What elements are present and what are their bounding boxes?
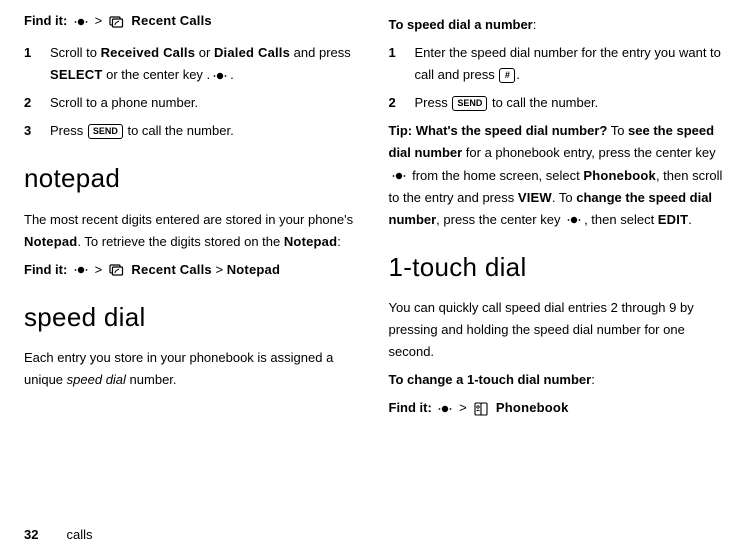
sep: > (95, 13, 103, 28)
text: or (195, 45, 214, 60)
received-calls: Received Calls (101, 45, 196, 60)
step-1: 1 Enter the speed dial number for the en… (389, 42, 730, 86)
text: , press the center key (436, 212, 564, 227)
find-it-label: Find it: (24, 262, 67, 277)
phonebook-icon (472, 402, 490, 416)
step-number: 3 (24, 120, 50, 142)
heading-speed-dial: speed dial (24, 295, 365, 339)
step-number: 2 (24, 92, 50, 114)
text: The most recent digits entered are store… (24, 212, 353, 227)
period: . (516, 67, 520, 82)
menu-recent-calls: Recent Calls (131, 262, 211, 277)
text: Enter the speed dial number for the entr… (415, 45, 721, 82)
step-body: Scroll to Received Calls or Dialed Calls… (50, 42, 365, 86)
menu-recent-calls: Recent Calls (131, 13, 211, 28)
sep: > (215, 262, 223, 277)
text: Scroll to (50, 45, 101, 60)
tip-heading: Tip: What's the speed dial number? (389, 123, 608, 138)
find-it-line-1: Find it: > Recent Calls (24, 10, 365, 32)
page-footer: 32 calls (24, 527, 92, 542)
one-touch-paragraph: You can quickly call speed dial entries … (389, 297, 730, 363)
page: Find it: > Recent Calls 1 Scroll to Rece… (0, 0, 753, 550)
send-key-icon: SEND (452, 96, 487, 111)
recent-calls-icon (108, 15, 126, 29)
pound-key-icon: # (499, 68, 515, 83)
nav-key-icon (391, 170, 407, 182)
nav-key-icon (73, 16, 89, 28)
text: number. (126, 372, 177, 387)
step-body: Enter the speed dial number for the entr… (415, 42, 730, 86)
text: Press (415, 95, 452, 110)
to-speed-dial-heading: To speed dial a number: (389, 14, 730, 36)
recent-calls-icon (108, 263, 126, 277)
sep: > (459, 400, 467, 415)
view-label: VIEW (518, 190, 552, 205)
two-column-layout: Find it: > Recent Calls 1 Scroll to Rece… (24, 8, 729, 508)
dialed-calls: Dialed Calls (214, 45, 290, 60)
step-1: 1 Scroll to Received Calls or Dialed Cal… (24, 42, 365, 86)
step-2: 2 Scroll to a phone number. (24, 92, 365, 114)
text: . To retrieve the digits stored on the (77, 234, 283, 249)
step-number: 1 (389, 42, 415, 86)
text: for a phonebook entry, press the center … (462, 145, 715, 160)
speed-dial-italic: speed dial (67, 372, 126, 387)
text: from the home screen, select (409, 168, 584, 183)
find-it-label: Find it: (24, 13, 67, 28)
right-column: To speed dial a number: 1 Enter the spee… (389, 8, 730, 508)
step-number: 1 (24, 42, 50, 86)
step-number: 2 (389, 92, 415, 114)
text: to call the number. (124, 123, 234, 138)
send-key-icon: SEND (88, 124, 123, 139)
step-3: 3 Press SEND to call the number. (24, 120, 365, 142)
bold-text: To change a 1-touch dial number (389, 372, 592, 387)
heading-1touch-dial: 1-touch dial (389, 245, 730, 289)
nav-key-icon (212, 70, 228, 82)
text: To (607, 123, 628, 138)
select-key: SELECT (50, 67, 102, 82)
sep: > (95, 262, 103, 277)
text: : (337, 234, 341, 249)
text: . To (552, 190, 576, 205)
edit-label: EDIT (658, 212, 688, 227)
nav-key-icon (566, 214, 582, 226)
text: and press (290, 45, 351, 60)
speed-dial-paragraph: Each entry you store in your phonebook i… (24, 347, 365, 391)
tip-paragraph: Tip: What's the speed dial number? To se… (389, 120, 730, 230)
step-body: Press SEND to call the number. (415, 92, 730, 114)
step-2: 2 Press SEND to call the number. (389, 92, 730, 114)
text: to call the number. (488, 95, 598, 110)
colon: : (591, 372, 595, 387)
page-number: 32 (24, 527, 38, 542)
period: . (230, 67, 234, 82)
menu-phonebook: Phonebook (496, 400, 569, 415)
notepad-label: Notepad (24, 234, 77, 249)
notepad-label: Notepad (284, 234, 337, 249)
text: or the center key . (102, 67, 210, 82)
step-body: Scroll to a phone number. (50, 92, 365, 114)
find-it-line-3: Find it: > Phonebook (389, 397, 730, 419)
find-it-label: Find it: (389, 400, 432, 415)
nav-key-icon (437, 403, 453, 415)
step-body: Press SEND to call the number. (50, 120, 365, 142)
menu-notepad: Notepad (227, 262, 280, 277)
notepad-paragraph: The most recent digits entered are store… (24, 209, 365, 253)
colon: : (533, 17, 537, 32)
bold-text: To speed dial a number (389, 17, 533, 32)
text: Press (50, 123, 87, 138)
left-column: Find it: > Recent Calls 1 Scroll to Rece… (24, 8, 365, 508)
change-1touch-heading: To change a 1-touch dial number: (389, 369, 730, 391)
text: . (688, 212, 692, 227)
section-name: calls (66, 527, 92, 542)
phonebook-label: Phonebook (583, 168, 656, 183)
find-it-line-2: Find it: > Recent Calls > Notepad (24, 259, 365, 281)
text: , then select (584, 212, 658, 227)
nav-key-icon (73, 264, 89, 276)
heading-notepad: notepad (24, 156, 365, 200)
